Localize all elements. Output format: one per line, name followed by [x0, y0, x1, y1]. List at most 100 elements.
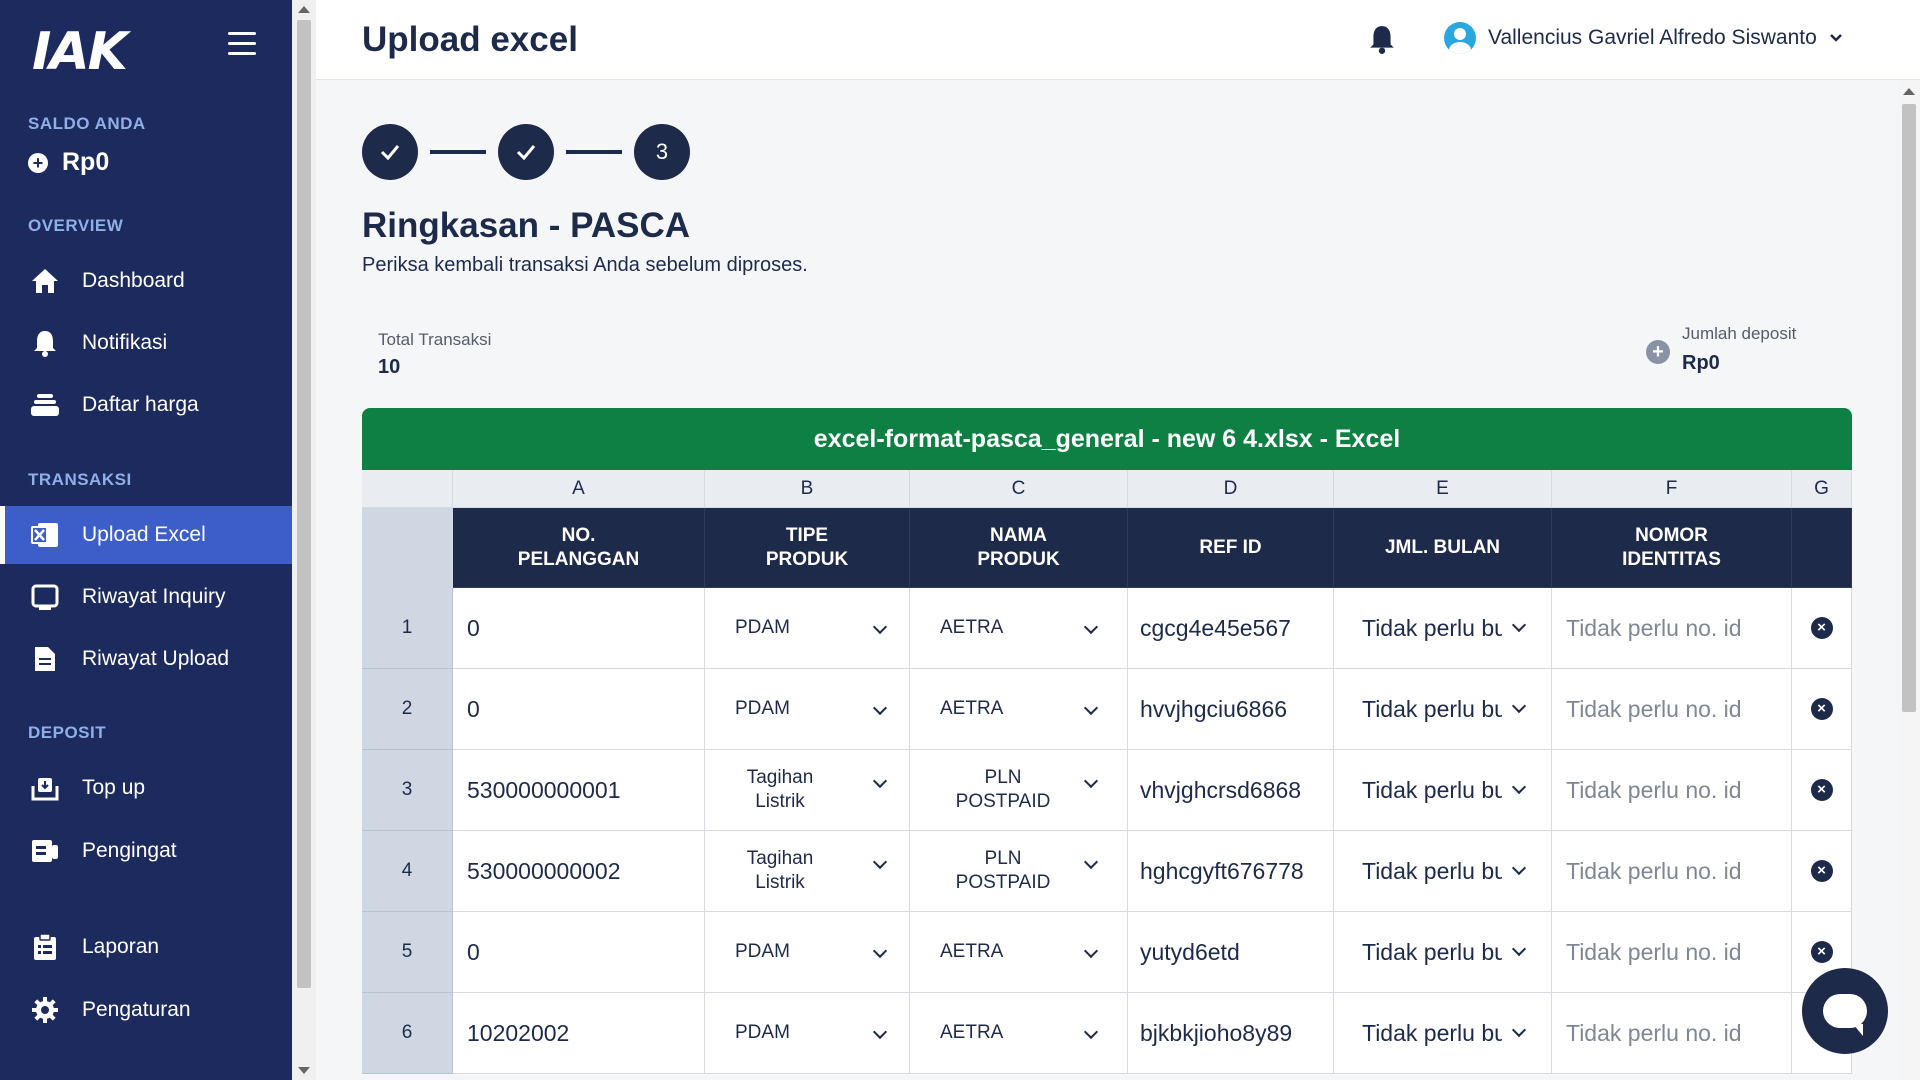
chat-button[interactable]: [1802, 968, 1888, 1054]
chevron-down-icon: [872, 854, 888, 870]
sidebar-item-pengingat[interactable]: Pengingat: [0, 822, 292, 880]
sidebar-item-top-up[interactable]: Top up: [0, 759, 292, 817]
jml-bulan-select[interactable]: Tidak perlu bulan: [1334, 993, 1552, 1074]
logo[interactable]: IAK: [32, 22, 128, 82]
row-number: 3: [362, 750, 453, 831]
nomor-identitas-input[interactable]: Tidak perlu no. id: [1552, 750, 1792, 831]
select-value: Tagihan Listrik: [705, 847, 855, 895]
add-deposit-icon[interactable]: +: [1646, 340, 1670, 364]
user-menu[interactable]: Vallencius Gavriel Alfredo Siswanto: [1444, 22, 1843, 54]
ref-id-cell[interactable]: yutyd6etd: [1128, 912, 1334, 993]
remove-row-icon[interactable]: ×: [1810, 779, 1833, 801]
select-line: AETRA: [940, 698, 1004, 720]
scroll-down-arrow-icon[interactable]: [298, 1067, 310, 1074]
sidebar-item-label: Daftar harga: [82, 393, 199, 416]
remove-row-icon[interactable]: ×: [1810, 860, 1833, 882]
nomor-identitas-input[interactable]: Tidak perlu no. id: [1552, 588, 1792, 669]
sidebar-item-dashboard[interactable]: Dashboard: [0, 252, 292, 310]
nomor-identitas-input[interactable]: Tidak perlu no. id: [1552, 831, 1792, 912]
select-line: Tagihan: [746, 848, 814, 870]
select-wrapper: Tidak perlu bulan: [1362, 993, 1551, 1073]
ref-id-cell[interactable]: bjkbkjioho8y89: [1128, 993, 1334, 1074]
nomor-identitas-input[interactable]: Tidak perlu no. id: [1552, 912, 1792, 993]
ref-id-cell[interactable]: cgcg4e45e567: [1128, 588, 1334, 669]
nama-produk-select[interactable]: AETRA: [910, 912, 1128, 993]
remove-row-cell: ×: [1792, 750, 1852, 831]
nama-produk-select[interactable]: PLN POSTPAID: [910, 831, 1128, 912]
nama-produk-select[interactable]: AETRA: [910, 588, 1128, 669]
monitor-icon: [30, 582, 60, 612]
scroll-up-arrow-icon[interactable]: [1903, 88, 1915, 95]
chevron-down-icon: [1511, 860, 1527, 876]
tipe-produk-select[interactable]: Tagihan Listrik: [705, 831, 910, 912]
tipe-produk-select[interactable]: PDAM: [705, 588, 910, 669]
tipe-produk-select[interactable]: PDAM: [705, 993, 910, 1074]
select-value: PDAM: [705, 616, 855, 640]
nama-produk-select[interactable]: AETRA: [910, 993, 1128, 1074]
no-pelanggan-cell[interactable]: 0: [453, 912, 705, 993]
content-scrollbar[interactable]: [1898, 80, 1920, 1080]
ref-id-cell[interactable]: hghcgyft676778: [1128, 831, 1334, 912]
no-pelanggan-cell[interactable]: 10202002: [453, 993, 705, 1074]
remove-row-icon[interactable]: ×: [1810, 617, 1833, 639]
select-value: AETRA: [910, 616, 1096, 640]
header-jml-bulan: JML. BULAN: [1334, 508, 1552, 588]
header-ref-id: REF ID: [1128, 508, 1334, 588]
scroll-thumb[interactable]: [1902, 104, 1916, 712]
add-saldo-icon[interactable]: +: [28, 152, 48, 173]
select-wrapper: AETRA: [910, 669, 1127, 749]
excel-icon: [30, 520, 60, 550]
user-name: Vallencius Gavriel Alfredo Siswanto: [1488, 26, 1817, 49]
sidebar-item-riwayat-inquiry[interactable]: Riwayat Inquiry: [0, 568, 292, 626]
jml-bulan-select[interactable]: Tidak perlu bulan: [1334, 588, 1552, 669]
scroll-up-arrow-icon[interactable]: [298, 6, 310, 13]
remove-row-icon[interactable]: ×: [1810, 698, 1833, 720]
select-line: Listrik: [755, 791, 805, 812]
tipe-produk-select[interactable]: Tagihan Listrik: [705, 750, 910, 831]
jml-bulan-select[interactable]: Tidak perlu bulan: [1334, 831, 1552, 912]
sidebar-item-notifikasi[interactable]: Notifikasi: [0, 314, 292, 372]
sidebar-item-daftar-harga[interactable]: Daftar harga: [0, 376, 292, 434]
select-value: PDAM: [705, 940, 855, 964]
jml-bulan-select[interactable]: Tidak perlu bulan: [1334, 750, 1552, 831]
notification-bell-icon[interactable]: [1368, 24, 1396, 54]
ref-id-cell[interactable]: hvvjhgciu6866: [1128, 669, 1334, 750]
sidebar-item-label: Dashboard: [82, 269, 185, 292]
select-wrapper: AETRA: [910, 993, 1127, 1073]
select-value: Tidak perlu bulan: [1362, 614, 1502, 641]
total-transaksi-value: 10: [378, 356, 401, 378]
nomor-identitas-input[interactable]: Tidak perlu no. id: [1552, 669, 1792, 750]
table-row: 2 0 PDAM AETRA hvvjhgciu6866 Tidak perlu…: [362, 669, 1852, 750]
hamburger-menu-icon[interactable]: [228, 32, 256, 56]
nomor-identitas-input[interactable]: Tidak perlu no. id: [1552, 993, 1792, 1074]
select-wrapper: PDAM: [705, 669, 909, 749]
no-pelanggan-cell[interactable]: 530000000001: [453, 750, 705, 831]
corner-cell: [362, 470, 453, 508]
select-line: PLN: [984, 767, 1022, 789]
select-wrapper: PDAM: [705, 588, 909, 668]
sidebar-item-riwayat-upload[interactable]: Riwayat Upload: [0, 630, 292, 688]
sidebar-item-laporan[interactable]: Laporan: [0, 918, 292, 976]
scroll-thumb[interactable]: [297, 20, 311, 988]
no-pelanggan-cell[interactable]: 0: [453, 588, 705, 669]
header-text: NAMA: [990, 524, 1047, 546]
select-value: Tagihan Listrik: [705, 766, 855, 814]
header-tipe-produk: TIPE PRODUK: [705, 508, 910, 588]
tipe-produk-select[interactable]: PDAM: [705, 912, 910, 993]
row-number: 6: [362, 993, 453, 1074]
sidebar-item-pengaturan[interactable]: Pengaturan: [0, 981, 292, 1039]
header-no-pelanggan: NO. PELANGGAN: [453, 508, 705, 588]
ref-id-cell[interactable]: vhvjghcrsd6868: [1128, 750, 1334, 831]
no-pelanggan-cell[interactable]: 0: [453, 669, 705, 750]
nama-produk-select[interactable]: AETRA: [910, 669, 1128, 750]
jml-bulan-select[interactable]: Tidak perlu bulan: [1334, 669, 1552, 750]
sidebar-scrollbar[interactable]: [292, 0, 316, 1080]
tipe-produk-select[interactable]: PDAM: [705, 669, 910, 750]
header-corner: [362, 508, 453, 588]
nama-produk-select[interactable]: PLN POSTPAID: [910, 750, 1128, 831]
jml-bulan-select[interactable]: Tidak perlu bulan: [1334, 912, 1552, 993]
sidebar-item-upload-excel[interactable]: Upload Excel: [0, 506, 292, 564]
no-pelanggan-cell[interactable]: 530000000002: [453, 831, 705, 912]
table-row: 3 530000000001 Tagihan Listrik PLN POSTP…: [362, 750, 1852, 831]
remove-row-icon[interactable]: ×: [1810, 941, 1833, 963]
